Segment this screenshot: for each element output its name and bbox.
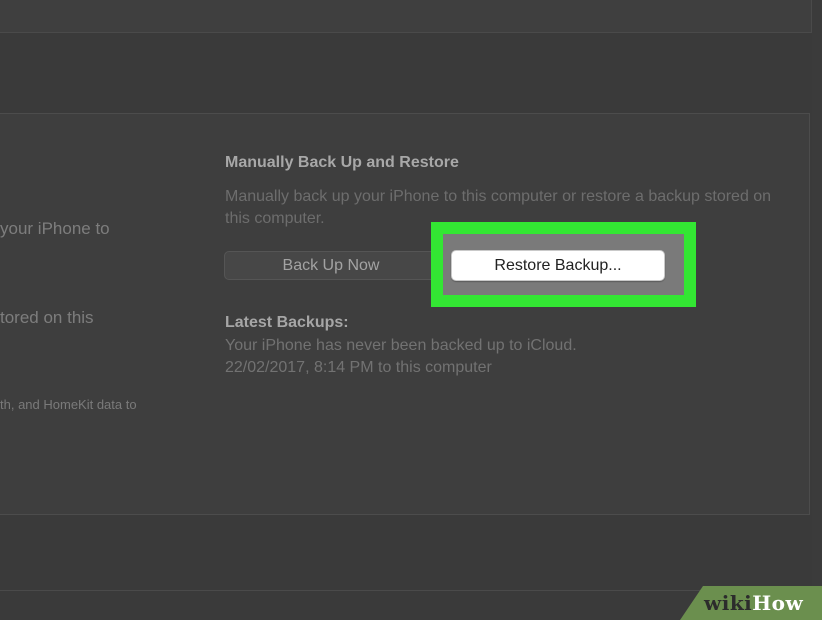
window-edge — [812, 0, 822, 620]
top-section — [0, 0, 812, 33]
itunes-backups-window: your iPhone to tored on this th, and Hom… — [0, 0, 822, 620]
bottom-divider — [0, 590, 822, 591]
manual-backup-heading: Manually Back Up and Restore — [225, 154, 459, 171]
watermark-wiki: wiki — [704, 591, 753, 615]
computer-backup-status: 22/02/2017, 8:14 PM to this computer — [225, 359, 492, 376]
wikihow-watermark: wikiHow — [704, 591, 803, 615]
watermark-how: How — [752, 591, 804, 615]
back-up-now-button[interactable]: Back Up Now — [224, 251, 438, 280]
latest-backups-title: Latest Backups: — [225, 314, 349, 331]
restore-backup-button[interactable]: Restore Backup... — [451, 250, 665, 281]
backups-panel — [0, 113, 810, 515]
icloud-backup-status: Your iPhone has never been backed up to … — [225, 337, 577, 354]
encrypt-description-fragment: th, and HomeKit data to — [0, 397, 137, 412]
automatic-backup-description-fragment: your iPhone to — [0, 219, 110, 238]
this-computer-description-fragment: tored on this — [0, 308, 94, 327]
